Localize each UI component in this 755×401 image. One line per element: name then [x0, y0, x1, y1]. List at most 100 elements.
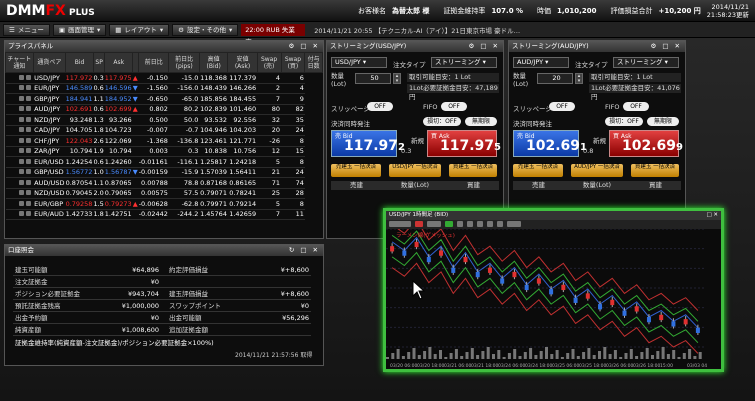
rate-spread[interactable]: 1.8 [93, 125, 105, 136]
rate-ask[interactable]: 0.79065 [104, 188, 133, 199]
rate-row[interactable]: EUR/JPY 146.589 0.6 146.596 ▼ -1.560 -156.0 148… [5, 83, 323, 94]
chart-notify-icons[interactable] [5, 198, 34, 210]
rate-row[interactable]: AUD/USD 0.87054 1.1 0.87065 0.00788 78.8 0.871… [5, 177, 323, 189]
stoploss-toggle[interactable]: 損切：OFF [605, 117, 643, 126]
fifo-toggle[interactable]: OFF [623, 102, 649, 111]
expiry-toggle[interactable]: 無期限 [647, 117, 679, 126]
ask-button[interactable]: 買 Ask 102.699 [609, 130, 683, 157]
rate-bid[interactable]: 93.248 [65, 114, 94, 126]
economic-alert[interactable]: 22:00 RUB 失業率 [241, 23, 306, 46]
close-buy-button[interactable]: 買建玉 一括決済 [631, 164, 679, 177]
rate-bid[interactable]: 1.24254 [65, 156, 94, 168]
rate-bid[interactable]: 1.42733 [65, 209, 94, 220]
rate-spread[interactable]: 0.6 [93, 104, 105, 115]
rate-col-header[interactable]: Ask [104, 52, 134, 73]
panel-controls[interactable]: ⚙ □ ✕ [650, 41, 682, 52]
rate-bid[interactable]: 117.972 [65, 72, 94, 84]
qty-stepper[interactable]: ▴ ▾ [393, 73, 401, 84]
rate-spread[interactable]: 1.5 [93, 198, 105, 210]
rate-col-header[interactable]: Swap (買) [280, 52, 306, 73]
close-sell-button[interactable]: 売建玉 一括決済 [513, 164, 563, 177]
rate-ask[interactable]: 1.42751 [104, 209, 133, 220]
chart-notify-icons[interactable] [5, 177, 34, 189]
rate-bid[interactable]: 146.589 [65, 83, 94, 94]
rate-col-header[interactable]: 付与 日数 [304, 52, 323, 73]
pair-select[interactable]: AUD/JPY ▾ [513, 57, 569, 68]
rate-row[interactable]: EUR/USD 1.24254 0.6 1.24260 -0.01161 -116.1 1.… [5, 156, 323, 168]
rate-col-header[interactable]: 通貨ペア [32, 52, 67, 73]
rate-spread[interactable]: 0.6 [93, 83, 105, 94]
chart-notify-icons[interactable] [5, 135, 34, 147]
chart-notify-icons[interactable] [5, 125, 34, 136]
menu-button[interactable]: ☰ メニュー [3, 23, 50, 36]
rate-ask[interactable]: 117.975 [104, 72, 133, 84]
rate-row[interactable]: NZD/JPY 93.248 1.3 93.266 0.500 50.0 93.532 92.… [5, 114, 323, 126]
rate-spread[interactable]: 1.9 [93, 146, 105, 157]
chart-notify-icons[interactable] [5, 156, 34, 168]
screen-button[interactable]: ▣ 画面管理 ▾ [52, 23, 107, 36]
rate-row[interactable]: AUD/JPY 102.691 0.6 102.699 ▲ 0.802 80.2 102.83… [5, 104, 323, 115]
close-buy-button[interactable]: 買建玉 一括決済 [449, 164, 497, 177]
rate-row[interactable]: CAD/JPY 104.705 1.8 104.723 -0.007 -0.7 104.94… [5, 125, 323, 136]
chart-notify-icons[interactable] [5, 93, 34, 105]
rate-row[interactable]: EUR/AUD 1.42733 1.8 1.42751 -0.02442 -244.2 1.… [5, 209, 323, 220]
rate-col-header[interactable]: Swap (売) [256, 52, 282, 73]
chart-notify-icons[interactable] [5, 188, 34, 199]
rate-spread[interactable]: 1.8 [93, 209, 105, 220]
rate-col-header[interactable]: 前日比 (pips) [168, 52, 200, 73]
rate-ask[interactable]: 0.79273 [104, 198, 133, 210]
rate-row[interactable]: USD/JPY 117.972 0.3 117.975 ▲ -0.150 -15.0 118.… [5, 72, 323, 84]
pair-select[interactable]: USD/JPY ▾ [331, 57, 387, 68]
settings-button[interactable]: ⚙ 設定・その他 ▾ [172, 23, 239, 36]
rate-ask[interactable]: 102.699 [104, 104, 133, 115]
panel-controls[interactable]: ⚙ □ ✕ [468, 41, 500, 52]
chart-notify-icons[interactable] [5, 167, 34, 178]
rate-row[interactable]: ZAR/JPY 10.794 1.9 10.794 0.003 0.3 10.838 10.7… [5, 146, 323, 157]
rate-ask[interactable]: 10.794 [104, 146, 133, 157]
close-all-button[interactable]: USD/JPY 一括決済 [389, 164, 441, 177]
rate-row[interactable]: EUR/GBP 0.79258 1.5 0.79273 ▲ -0.00628 -62.8 0.… [5, 198, 323, 210]
rate-row[interactable]: NZD/USD 0.79045 2.0 0.79065 0.00575 57.5 0.790… [5, 188, 323, 199]
slippage-toggle[interactable]: OFF [549, 102, 575, 111]
layout-button[interactable]: ▦ レイアウト ▾ [109, 23, 170, 36]
chart-notify-icons[interactable] [5, 104, 34, 115]
rate-spread[interactable]: 1.3 [93, 114, 105, 126]
panel-controls[interactable]: ⚙ □ ✕ [288, 41, 320, 52]
rate-bid[interactable]: 0.87054 [65, 177, 94, 189]
rate-row[interactable]: GBP/JPY 184.941 1.1 184.952 ▼ -0.650 -65.0 185.… [5, 93, 323, 105]
rate-ask[interactable]: 0.87065 [104, 177, 133, 189]
rate-bid[interactable]: 0.79258 [65, 198, 94, 210]
close-all-button[interactable]: AUD/JPY 一括決済 [571, 164, 623, 177]
rate-ask[interactable]: 1.24260 [104, 156, 133, 168]
close-sell-button[interactable]: 売建玉 一括決済 [331, 164, 381, 177]
chart-notify-icons[interactable] [5, 114, 34, 126]
rate-col-header[interactable]: SP [92, 52, 106, 73]
rate-spread[interactable]: 0.3 [93, 72, 105, 84]
panel-controls[interactable]: ↻ □ ✕ [289, 245, 320, 256]
bid-button[interactable]: 売 Bid 117.972 [331, 130, 405, 157]
chart-notify-icons[interactable] [5, 209, 34, 220]
chart-notify-icons[interactable] [5, 146, 34, 157]
bid-button[interactable]: 売 Bid 102.691 [513, 130, 587, 157]
qty-input[interactable]: 50 [355, 73, 391, 84]
qty-stepper[interactable]: ▴ ▾ [575, 73, 583, 84]
rate-col-header[interactable]: 前日比 [138, 52, 170, 73]
chart-notify-icons[interactable] [5, 83, 34, 94]
rate-row[interactable]: GBP/USD 1.56772 1.0 1.56787 ▼ -0.00159 -15.9 1.… [5, 167, 323, 178]
rate-spread[interactable]: 1.1 [93, 177, 105, 189]
order-type-select[interactable]: ストリーミング ▾ [613, 57, 679, 68]
ask-button[interactable]: 買 Ask 117.975 [427, 130, 501, 157]
rate-col-header[interactable]: チャート 通知 [5, 52, 34, 73]
rate-bid[interactable]: 0.79045 [65, 188, 94, 199]
order-type-select[interactable]: ストリーミング ▾ [431, 57, 497, 68]
slippage-toggle[interactable]: OFF [367, 102, 393, 111]
rate-ask[interactable]: 104.723 [104, 125, 133, 136]
stoploss-toggle[interactable]: 損切：OFF [423, 117, 461, 126]
rate-row[interactable]: CHF/JPY 122.043 2.6 122.069 -1.368 -136.8 123.… [5, 135, 323, 147]
rate-bid[interactable]: 1.56772 [65, 167, 94, 178]
rate-col-header[interactable]: 高値 (Bid) [198, 52, 229, 73]
qty-input[interactable]: 20 [537, 73, 573, 84]
expiry-toggle[interactable]: 無期限 [465, 117, 497, 126]
panel-controls[interactable]: □ ✕ [706, 211, 718, 220]
rate-bid[interactable]: 10.794 [65, 146, 94, 157]
